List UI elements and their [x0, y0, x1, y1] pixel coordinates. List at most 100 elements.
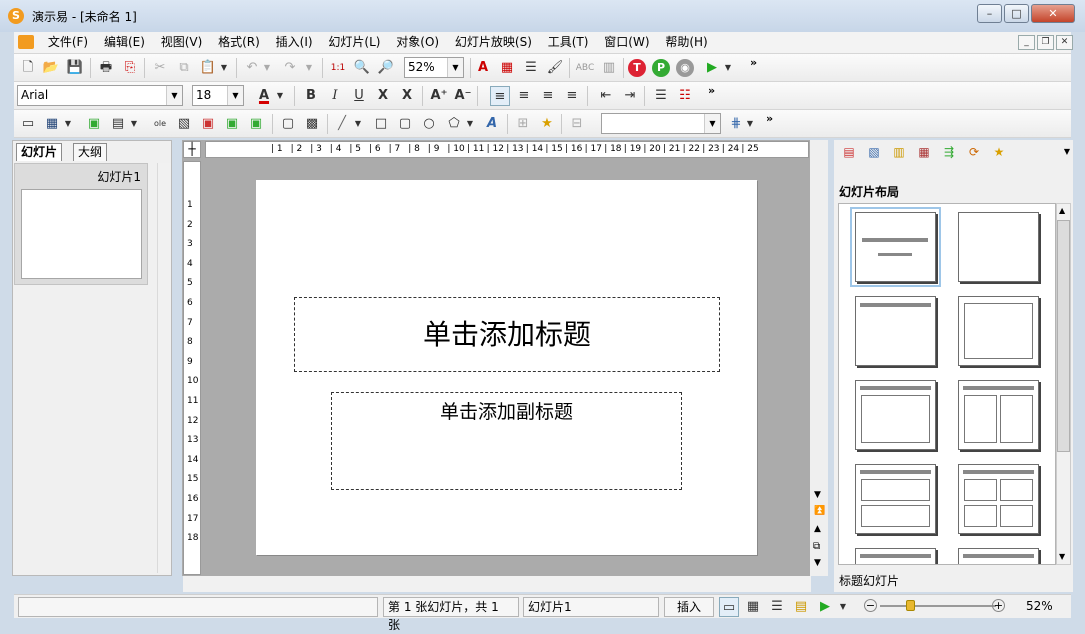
editor-vertical-scrollbar[interactable]: ▼ ⏫ ▲ ⧉ ▼ — [810, 140, 828, 576]
font-select[interactable]: Arial ▼ — [17, 85, 183, 106]
effects-icon[interactable]: ★ — [537, 114, 557, 134]
slideshow-dropdown-icon[interactable]: ▼ — [837, 597, 849, 617]
template-p-icon[interactable]: P — [652, 59, 670, 77]
menu-slideshow[interactable]: 幻灯片放映(S) — [449, 32, 538, 53]
slide-canvas[interactable]: 单击添加标题 单击添加副标题 — [256, 180, 757, 555]
pane-menu-chevron-icon[interactable]: ▼ — [1058, 143, 1076, 161]
spellcheck-icon[interactable]: ABC — [575, 58, 595, 78]
next-slide-icon[interactable]: ▼ — [814, 558, 821, 568]
doc-restore-button[interactable]: ❐ — [1037, 35, 1054, 50]
media-dropdown-icon[interactable]: ▼ — [128, 114, 140, 134]
color-scheme-icon[interactable]: ▥ — [890, 143, 908, 161]
font-color-icon[interactable]: A — [254, 86, 274, 106]
rounded-rectangle-icon[interactable]: ▢ — [395, 114, 415, 134]
prev-slide-icon[interactable]: ▲ — [814, 524, 821, 534]
scroll-down-icon[interactable]: ▼ — [814, 490, 821, 500]
layout-partial-1[interactable] — [855, 548, 936, 564]
font-color-dropdown-icon[interactable]: ▼ — [274, 86, 286, 106]
tab-slides[interactable]: 幻灯片 — [16, 143, 63, 161]
more-format-icon[interactable]: » — [708, 84, 715, 97]
template-t-small-icon[interactable]: ▣ — [198, 114, 218, 134]
zoom-icon[interactable]: 🔎 — [376, 58, 396, 78]
ole-object-icon[interactable]: ole — [150, 114, 170, 134]
subtitle-placeholder[interactable]: 单击添加副标题 — [331, 392, 682, 490]
outline-view-icon[interactable]: ☰ — [767, 597, 787, 617]
table-dropdown-icon[interactable]: ▼ — [62, 114, 74, 134]
equation-icon[interactable]: ▦ — [497, 58, 517, 78]
layout-blank[interactable] — [958, 212, 1039, 282]
menu-window[interactable]: 窗口(W) — [598, 32, 655, 53]
layout-gallery-scrollbar[interactable]: ▲ ▼ — [1056, 203, 1071, 565]
horizontal-ruler[interactable]: | 1 | 2 | 3 | 4 | 5 | 6 | 7 | 8 | 9 | 10 | 11 | 12 |… — [205, 141, 809, 158]
design-pane-icon[interactable]: ▧ — [865, 143, 883, 161]
decrease-indent-icon[interactable]: ⇤ — [596, 86, 616, 106]
shapes-icon[interactable]: ⬠ — [444, 114, 464, 134]
custom-animation-icon[interactable]: ★ — [990, 143, 1008, 161]
line-dropdown-icon[interactable]: ▼ — [352, 114, 364, 134]
increase-indent-icon[interactable]: ⇥ — [620, 86, 640, 106]
layout-content-only[interactable] — [958, 296, 1039, 366]
menu-tools[interactable]: 工具(T) — [542, 32, 595, 53]
align-left-icon[interactable]: ≡ — [490, 86, 510, 106]
layout-title-only[interactable] — [855, 296, 936, 366]
layout-title-two-rows[interactable] — [855, 464, 936, 534]
wordart-icon[interactable]: A — [482, 114, 502, 134]
transition-pane-icon[interactable]: ⇶ — [940, 143, 958, 161]
slide-thumbnail-item[interactable]: 幻灯片1 — [14, 163, 148, 285]
scroll-up-icon[interactable]: ▲ — [1059, 206, 1065, 215]
menu-slide[interactable]: 幻灯片(L) — [322, 32, 386, 53]
undo-dropdown-icon[interactable]: ▼ — [261, 58, 273, 78]
normal-view-icon[interactable]: ▭ — [719, 597, 739, 617]
notes-view-icon[interactable]: ▤ — [791, 597, 811, 617]
ellipse-icon[interactable]: ○ — [419, 114, 439, 134]
bullet-list-icon[interactable]: ☰ — [651, 86, 671, 106]
paste-dropdown-icon[interactable]: ▼ — [218, 58, 230, 78]
doc-close-button[interactable]: ✕ — [1056, 35, 1073, 50]
clear-format-icon[interactable]: X — [397, 86, 417, 106]
media-icon[interactable]: ▤ — [108, 114, 128, 134]
line-icon[interactable]: ╱ — [332, 114, 352, 134]
redo-dropdown-icon[interactable]: ▼ — [303, 58, 315, 78]
zoom-slider[interactable] — [880, 605, 996, 607]
undo-icon[interactable]: ↶ — [242, 58, 262, 78]
layout-title-slide[interactable] — [850, 207, 941, 287]
copy-icon[interactable]: ⧉ — [174, 58, 194, 78]
print-icon[interactable]: 🖶 — [96, 58, 116, 78]
menu-format[interactable]: 格式(R) — [212, 32, 266, 53]
slides-scrollbar[interactable] — [157, 163, 171, 573]
redo-icon[interactable]: ↷ — [280, 58, 300, 78]
menu-view[interactable]: 视图(V) — [155, 32, 209, 53]
strikethrough-icon[interactable]: X — [373, 86, 393, 106]
actual-size-icon[interactable]: 1:1 — [328, 58, 348, 78]
picture-icon[interactable]: ▣ — [84, 114, 104, 134]
slide-sorter-icon[interactable]: ▦ — [743, 597, 763, 617]
title-placeholder[interactable]: 单击添加标题 — [294, 297, 720, 372]
increase-font-icon[interactable]: A⁺ — [429, 86, 449, 106]
menu-edit[interactable]: 编辑(E) — [98, 32, 151, 53]
export-pdf-icon[interactable]: ⎘ — [120, 58, 140, 78]
editor-horizontal-scrollbar[interactable] — [183, 576, 811, 592]
shapes-dropdown-icon[interactable]: ▼ — [464, 114, 476, 134]
new-file-icon[interactable]: 🗋 — [18, 58, 38, 78]
open-folder-icon[interactable]: 📂 — [41, 58, 61, 78]
cut-icon[interactable]: ✂ — [150, 58, 170, 78]
doc-minimize-button[interactable]: _ — [1018, 35, 1035, 50]
layout-pane-icon[interactable]: ▤ — [840, 143, 858, 161]
text-box-icon[interactable]: ▭ — [18, 114, 38, 134]
grid-icon[interactable]: ⋕ — [726, 114, 746, 134]
underline-icon[interactable]: U — [349, 86, 369, 106]
layout-title-four-content[interactable] — [958, 464, 1039, 534]
tab-outline[interactable]: 大纲 — [73, 143, 108, 161]
format-painter-icon[interactable]: 🖌 — [545, 58, 565, 78]
layout-partial-2[interactable] — [958, 548, 1039, 564]
align-right-icon[interactable]: ≡ — [538, 86, 558, 106]
zoom-in-icon[interactable]: 🔍 — [352, 58, 372, 78]
template-p-small-icon[interactable]: ▣ — [222, 114, 242, 134]
italic-icon[interactable]: I — [325, 86, 345, 106]
grid-frame-icon[interactable]: ▩ — [302, 114, 322, 134]
text-style-icon[interactable]: A — [473, 58, 493, 78]
zoom-select[interactable]: 52% ▼ — [404, 57, 464, 78]
insert-mode-status[interactable]: 插入 — [664, 597, 714, 617]
decrease-font-icon[interactable]: A⁻ — [453, 86, 473, 106]
frame-icon[interactable]: ▢ — [278, 114, 298, 134]
